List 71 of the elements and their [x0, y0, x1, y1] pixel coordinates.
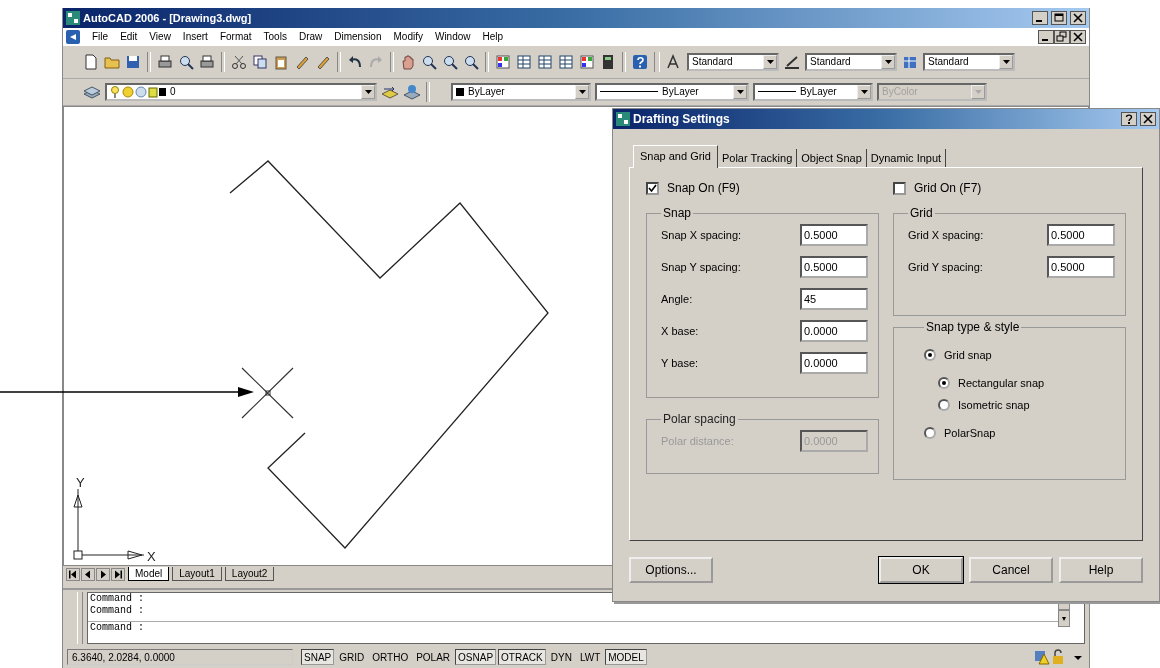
coordinates-display: 6.3640, 2.0284, 0.0000 [67, 649, 293, 666]
group-title: Grid [909, 206, 934, 220]
menu-item[interactable]: Insert [176, 31, 214, 43]
dialog-button[interactable]: Cancel [969, 557, 1053, 583]
command-line: Command : [88, 621, 1058, 635]
menu-item[interactable]: Window [428, 31, 477, 43]
dialog-tab[interactable]: Snap and Grid [633, 145, 718, 168]
input-field[interactable]: 0.5000 [800, 256, 868, 278]
lineweight-dropdown[interactable]: ByLayer [753, 82, 873, 101]
snap-on-checkbox[interactable]: Snap On (F9) [646, 178, 879, 198]
field-label: Grid X spacing: [908, 229, 984, 241]
dialog-button[interactable]: OK [879, 557, 963, 583]
field-label: Polar distance: [661, 435, 734, 447]
layout-tab[interactable]: Model [128, 567, 170, 582]
menu-item[interactable]: Draw [292, 31, 329, 43]
dialog-tab[interactable]: Polar Tracking [717, 149, 798, 167]
input-field[interactable]: 45 [800, 288, 868, 310]
radio-option[interactable]: Rectangular snap [938, 372, 1115, 394]
status-toggle-button[interactable]: OTRACK [498, 649, 546, 666]
status-toggle-button[interactable]: ORTHO [369, 649, 412, 666]
radio-option[interactable]: Isometric snap [938, 394, 1115, 416]
status-toggle-button[interactable]: DYN [547, 649, 575, 666]
layer-dropdown[interactable]: 0 [105, 82, 377, 101]
status-toggle-button[interactable]: MODEL [605, 649, 647, 666]
field-label: Snap X spacing: [661, 229, 742, 241]
color-dropdown[interactable]: ByLayer [451, 82, 591, 101]
input-field[interactable]: 0.5000 [800, 224, 868, 246]
field-label: X base: [661, 325, 699, 337]
menu-item[interactable]: Modify [387, 31, 429, 43]
field-label: Grid Y spacing: [908, 261, 983, 273]
menu-item[interactable]: Dimension [328, 31, 388, 43]
field-label: Snap Y spacing: [661, 261, 741, 273]
dialog-button[interactable]: Help [1059, 557, 1143, 583]
menu-item[interactable]: File [86, 31, 115, 43]
dialog-title: Drafting Settings [633, 112, 730, 126]
radio-option[interactable]: Grid snap [924, 344, 1115, 366]
menu-item[interactable]: Edit [114, 31, 144, 43]
linetype-dropdown[interactable]: ByLayer [595, 82, 749, 101]
menu-item[interactable]: View [143, 31, 177, 43]
y-axis-label: Y [76, 474, 85, 490]
style-dropdown[interactable]: Standard [923, 52, 1015, 71]
style-dropdown[interactable]: Standard [805, 52, 897, 71]
menu-item[interactable]: Help [476, 31, 510, 43]
radio-option[interactable]: PolarSnap [924, 422, 1115, 444]
status-toggle-button[interactable]: LWT [576, 649, 604, 666]
style-dropdown[interactable]: Standard [687, 52, 779, 71]
group-title: Snap type & style [925, 320, 1021, 334]
input-field[interactable]: 0.5000 [1047, 224, 1115, 246]
status-toggle-button[interactable]: SNAP [301, 649, 335, 666]
status-toggle-button[interactable]: GRID [336, 649, 368, 666]
dialog-button[interactable]: Options... [629, 557, 713, 583]
field-label: Angle: [661, 293, 693, 305]
dialog-tab[interactable]: Dynamic Input [866, 149, 947, 167]
input-field[interactable]: 0.0000 [800, 320, 868, 342]
field-label: Y base: [661, 357, 699, 369]
grid-on-checkbox[interactable]: Grid On (F7) [893, 178, 1126, 198]
dialog-tab[interactable]: Object Snap [797, 149, 867, 167]
group-title: Polar spacing [662, 412, 737, 426]
status-toggle-button[interactable]: POLAR [413, 649, 454, 666]
group-title: Snap [662, 206, 693, 220]
input-field[interactable]: 0.0000 [800, 352, 868, 374]
layout-tab[interactable]: Layout1 [172, 567, 222, 582]
menu-item[interactable]: Tools [257, 31, 293, 43]
command-line: Command : [89, 605, 145, 618]
window-title: AutoCAD 2006 - [Drawing3.dwg] [83, 11, 252, 24]
layout-tab[interactable]: Layout2 [224, 567, 275, 582]
menu-item[interactable]: Format [213, 31, 258, 43]
input-field[interactable]: 0.5000 [1047, 256, 1115, 278]
command-line: Command : [89, 593, 145, 605]
status-toggle-button[interactable]: OSNAP [455, 649, 497, 666]
x-axis-label: X [147, 548, 156, 564]
